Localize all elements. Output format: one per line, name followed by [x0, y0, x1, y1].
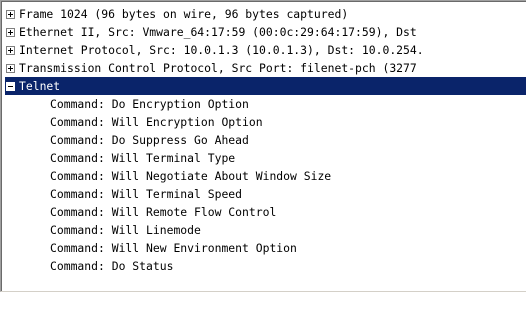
expand-plus-icon[interactable]	[6, 46, 15, 55]
telnet-command-row[interactable]: Command: Do Encryption Option	[5, 95, 526, 113]
telnet-command-row[interactable]: Command: Will Negotiate About Window Siz…	[5, 167, 526, 185]
telnet-command-label: Command: Will Linemode	[50, 223, 201, 237]
telnet-command-label: Command: Will Remote Flow Control	[50, 205, 277, 219]
telnet-command-label: Command: Will Encryption Option	[50, 115, 263, 129]
bottom-blank-area	[0, 292, 526, 316]
telnet-command-row[interactable]: Command: Will Terminal Type	[5, 149, 526, 167]
telnet-command-label: Command: Will Negotiate About Window Siz…	[50, 169, 332, 183]
tree-row-label: Internet Protocol, Src: 10.0.1.3 (10.0.1…	[19, 43, 424, 57]
telnet-command-row[interactable]: Command: Do Suppress Go Ahead	[5, 131, 526, 149]
expand-plus-icon[interactable]	[6, 28, 15, 37]
tree-rows: Frame 1024 (96 bytes on wire, 96 bytes c…	[5, 5, 526, 275]
telnet-command-label: Command: Do Encryption Option	[50, 97, 249, 111]
packet-details-tree[interactable]: Frame 1024 (96 bytes on wire, 96 bytes c…	[0, 0, 526, 292]
tree-row-telnet[interactable]: Telnet	[5, 77, 526, 95]
telnet-command-label: Command: Will New Environment Option	[50, 241, 297, 255]
telnet-command-label: Command: Do Suppress Go Ahead	[50, 133, 249, 147]
tree-row-label: Ethernet II, Src: Vmware_64:17:59 (00:0c…	[19, 25, 417, 39]
tree-row-tcp[interactable]: Transmission Control Protocol, Src Port:…	[5, 59, 526, 77]
tree-row-label: Frame 1024 (96 bytes on wire, 96 bytes c…	[19, 7, 349, 21]
tree-row-ethernet[interactable]: Ethernet II, Src: Vmware_64:17:59 (00:0c…	[5, 23, 526, 41]
telnet-command-row[interactable]: Command: Will New Environment Option	[5, 239, 526, 257]
expand-plus-icon[interactable]	[6, 10, 15, 19]
expand-plus-icon[interactable]	[6, 64, 15, 73]
telnet-command-row[interactable]: Command: Will Remote Flow Control	[5, 203, 526, 221]
tree-row-frame[interactable]: Frame 1024 (96 bytes on wire, 96 bytes c…	[5, 5, 526, 23]
telnet-command-row[interactable]: Command: Will Linemode	[5, 221, 526, 239]
telnet-command-row[interactable]: Command: Will Terminal Speed	[5, 185, 526, 203]
telnet-command-label: Command: Do Status	[50, 259, 174, 273]
tree-row-ip[interactable]: Internet Protocol, Src: 10.0.1.3 (10.0.1…	[5, 41, 526, 59]
tree-row-label: Telnet	[19, 79, 61, 93]
telnet-command-row[interactable]: Command: Do Status	[5, 257, 526, 275]
tree-row-label: Transmission Control Protocol, Src Port:…	[19, 61, 417, 75]
telnet-command-label: Command: Will Terminal Type	[50, 151, 236, 165]
telnet-command-row[interactable]: Command: Will Encryption Option	[5, 113, 526, 131]
telnet-command-label: Command: Will Terminal Speed	[50, 187, 243, 201]
collapse-minus-icon[interactable]	[6, 82, 15, 91]
packet-details-window: Frame 1024 (96 bytes on wire, 96 bytes c…	[0, 0, 526, 316]
